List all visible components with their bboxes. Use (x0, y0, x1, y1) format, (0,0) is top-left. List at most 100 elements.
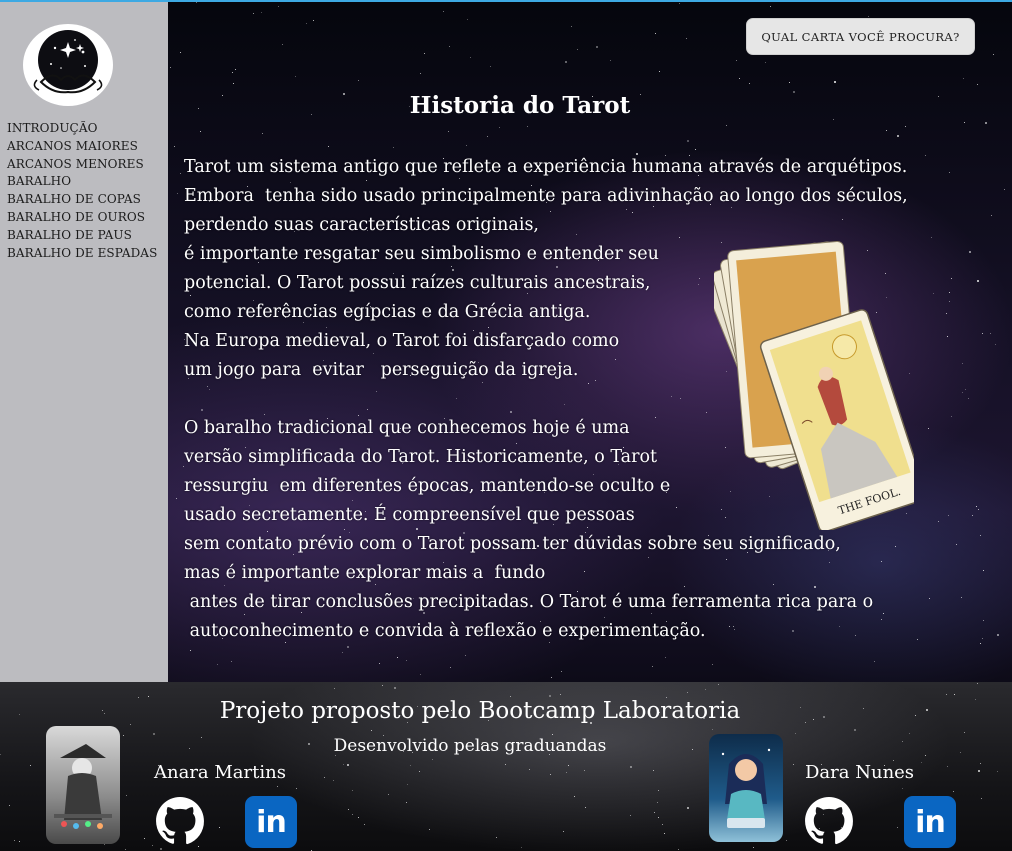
github-icon[interactable] (155, 796, 205, 846)
star (938, 96, 939, 97)
star (698, 284, 699, 285)
star (261, 12, 262, 13)
star (736, 60, 737, 61)
star (170, 67, 171, 68)
star (561, 671, 562, 672)
star (655, 417, 656, 418)
star (679, 237, 680, 238)
sidebar-nav: INTRODUÇÃO ARCANOS MAIORES ARCANOS MENOR… (7, 120, 157, 262)
star (0, 754, 1, 755)
star (571, 26, 572, 27)
star (982, 333, 983, 334)
star (961, 597, 962, 598)
star (897, 135, 899, 137)
star (893, 760, 894, 761)
text-line: antes de tirar conclusões precipitadas. … (184, 592, 874, 612)
star (951, 278, 952, 279)
text-line: perdendo suas características originais, (184, 215, 539, 235)
star (19, 841, 20, 842)
sidebar-item-baralho-de-ouros[interactable]: BARALHO DE OUROS (7, 209, 157, 227)
star (917, 639, 918, 640)
star (456, 398, 457, 399)
star (786, 840, 787, 841)
star (980, 643, 981, 644)
text-line: usado secretamente. É compreensível que … (184, 505, 635, 525)
star (196, 2, 197, 3)
star (382, 685, 383, 686)
star (765, 62, 766, 63)
star (770, 6, 771, 7)
text-line: potencial. O Tarot possui raízes cultura… (184, 273, 651, 293)
sidebar-item-baralho-de-paus[interactable]: BARALHO DE PAUS (7, 227, 157, 245)
star (420, 674, 421, 675)
star (640, 94, 641, 95)
star (679, 3, 680, 4)
star (706, 412, 707, 413)
star (874, 661, 875, 662)
star (130, 724, 131, 725)
star (956, 544, 957, 545)
star (347, 764, 349, 766)
star (126, 795, 127, 796)
star (529, 769, 530, 770)
star (180, 52, 181, 53)
star (189, 748, 190, 749)
star (367, 409, 368, 410)
star (921, 762, 922, 763)
text-line: Embora tenha sido usado principalmente p… (184, 186, 908, 206)
star (333, 780, 334, 781)
star (450, 667, 451, 668)
star (407, 784, 408, 785)
star (654, 812, 655, 813)
star (177, 193, 178, 194)
star (662, 824, 663, 825)
star (792, 630, 794, 632)
star (19, 714, 20, 715)
star (278, 6, 279, 7)
linkedin-icon[interactable]: in (904, 796, 956, 848)
star (358, 80, 359, 81)
star (946, 313, 947, 314)
star (678, 849, 679, 850)
star (521, 847, 522, 848)
star (981, 798, 982, 799)
star (295, 76, 296, 77)
page-title: Historia do Tarot (409, 92, 631, 119)
star (328, 146, 329, 147)
star (881, 619, 882, 620)
star (585, 807, 586, 808)
star (30, 765, 31, 766)
star (773, 584, 774, 585)
sidebar-item-baralho-de-copas[interactable]: BARALHO DE COPAS (7, 191, 157, 209)
star (712, 664, 713, 665)
star (972, 515, 973, 516)
star (990, 333, 991, 334)
star (793, 764, 794, 765)
star (443, 11, 444, 12)
star (933, 293, 934, 294)
sidebar-item-introducao[interactable]: INTRODUÇÃO (7, 120, 157, 138)
star (854, 729, 856, 731)
linkedin-icon[interactable]: in (245, 796, 297, 848)
star (432, 759, 433, 760)
star (995, 344, 996, 345)
star (496, 837, 497, 838)
sidebar-item-baralho[interactable]: BARALHO (7, 173, 157, 191)
sidebar-item-arcanos-maiores[interactable]: ARCANOS MAIORES (7, 138, 157, 156)
star (881, 561, 882, 562)
star (805, 722, 806, 723)
star (397, 657, 398, 658)
star (630, 766, 632, 768)
sidebar-item-baralho-de-espadas[interactable]: BARALHO DE ESPADAS (7, 245, 157, 263)
star (343, 764, 344, 765)
star (615, 359, 616, 360)
github-icon[interactable] (804, 796, 854, 846)
star (343, 93, 345, 95)
star (684, 586, 685, 587)
star (980, 535, 981, 536)
search-card-button[interactable]: QUAL CARTA VOCÊ PROCURA? (746, 18, 975, 55)
sidebar-item-arcanos-menores[interactable]: ARCANOS MENORES (7, 156, 157, 174)
tarot-hands-stars-logo-icon[interactable] (23, 24, 113, 106)
star (964, 122, 965, 123)
star (104, 713, 105, 714)
